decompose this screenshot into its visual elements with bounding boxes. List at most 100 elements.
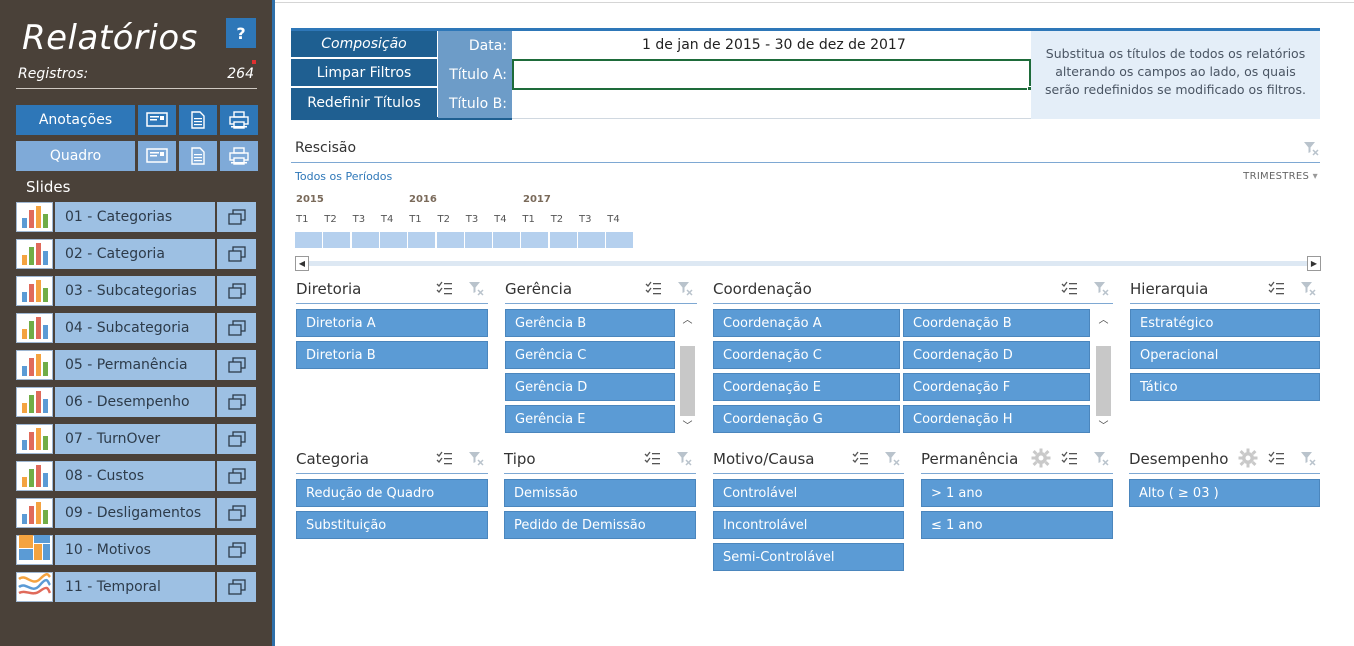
clear-filter-icon[interactable] [677,280,693,300]
clear-filter-icon[interactable] [468,450,484,470]
clear-filter-icon[interactable] [1303,140,1319,160]
timeline-period-bar[interactable] [493,232,521,248]
slide-row[interactable]: 01 - Categorias [16,202,256,232]
redefinir-titulos-button[interactable]: Redefinir Títulos [291,88,437,117]
bar-chart-icon[interactable] [16,239,53,269]
copy-icon[interactable] [217,276,256,306]
scroll-track[interactable] [309,261,1307,266]
limpar-filtros-button[interactable]: Limpar Filtros [291,59,437,86]
timeline-period-bar[interactable] [464,232,492,248]
copy-icon[interactable] [217,387,256,417]
clear-filter-icon[interactable] [676,450,692,470]
slicer-item[interactable]: Substituição [296,511,488,539]
slicer-item[interactable]: Gerência C [505,341,675,369]
slicer-item[interactable]: Coordenação E [713,373,900,401]
slicer-item[interactable]: ≤ 1 ano [921,511,1113,539]
slicer-item[interactable]: Coordenação G [713,405,900,433]
help-button[interactable]: ? [226,18,256,48]
multi-select-icon[interactable] [1268,281,1285,300]
multi-select-icon[interactable] [1061,451,1078,470]
slide-row[interactable]: 02 - Categoria [16,239,256,269]
slicer-scrollbar[interactable]: ︿ ﹀ [1095,309,1112,433]
clear-filter-icon[interactable] [1300,450,1316,470]
slide-label[interactable]: 01 - Categorias [55,202,215,232]
settings-gear-icon[interactable] [1031,448,1051,472]
slide-label[interactable]: 10 - Motivos [55,535,215,565]
slide-row[interactable]: 04 - Subcategoria [16,313,256,343]
slide-label[interactable]: 08 - Custos [55,461,215,491]
timeline-period-bar[interactable] [521,232,549,248]
bar-chart-icon[interactable] [16,202,53,232]
slide-label[interactable]: 11 - Temporal [55,572,215,602]
clear-filter-icon[interactable] [1093,280,1109,300]
copy-icon[interactable] [217,239,256,269]
copy-icon[interactable] [217,535,256,565]
bar-chart-icon[interactable] [16,498,53,528]
multi-select-icon[interactable] [852,451,869,470]
clear-filter-icon[interactable] [1300,280,1316,300]
slicer-item[interactable]: Coordenação F [903,373,1090,401]
copy-icon[interactable] [217,313,256,343]
chevron-down-icon[interactable]: ﹀ [1095,417,1112,432]
slide-row[interactable]: 03 - Subcategorias [16,276,256,306]
multi-select-icon[interactable] [436,281,453,300]
timeline-period-bar[interactable] [436,232,464,248]
copy-icon[interactable] [217,461,256,491]
slicer-item[interactable]: Tático [1130,373,1320,401]
slicer-item[interactable]: Coordenação B [903,309,1090,337]
scroll-right-icon[interactable]: ▶ [1307,256,1321,271]
slide-label[interactable]: 06 - Desempenho [55,387,215,417]
scroll-thumb[interactable] [680,346,695,416]
multi-select-icon[interactable] [436,451,453,470]
clear-filter-icon[interactable] [1093,450,1109,470]
slicer-item[interactable]: Diretoria A [296,309,488,337]
slide-label[interactable]: 09 - Desligamentos [55,498,215,528]
slide-label[interactable]: 04 - Subcategoria [55,313,215,343]
timeline-period-bar[interactable] [323,232,351,248]
composicao-button[interactable]: Composição [291,31,437,57]
chevron-up-icon[interactable]: ︿ [1095,311,1112,326]
slicer-item[interactable]: Controlável [713,479,904,507]
timeline-period-bar[interactable] [408,232,436,248]
slicer-item[interactable]: Estratégico [1130,309,1320,337]
anotacoes-print-button[interactable] [220,105,258,135]
chevron-down-icon[interactable]: ﹀ [679,417,696,432]
slicer-item[interactable]: Semi-Controlável [713,543,904,571]
anotacoes-button[interactable]: Anotações [16,105,135,135]
titulo-a-field[interactable] [512,59,1031,90]
multi-select-icon[interactable] [645,281,662,300]
anotacoes-present-button[interactable] [138,105,176,135]
multi-select-icon[interactable] [1268,451,1285,470]
anotacoes-document-button[interactable] [179,105,217,135]
quadro-print-button[interactable] [220,141,258,171]
scroll-left-icon[interactable]: ◀ [295,256,309,271]
slide-row[interactable]: 06 - Desempenho [16,387,256,417]
slicer-item[interactable]: Gerência E [505,405,675,433]
quadro-document-button[interactable] [179,141,217,171]
slide-label[interactable]: 02 - Categoria [55,239,215,269]
copy-icon[interactable] [217,572,256,602]
timeline-period-bar[interactable] [295,232,322,248]
slide-row[interactable]: 09 - Desligamentos [16,498,256,528]
data-field[interactable]: 1 de jan de 2015 - 30 de dez de 2017 [512,31,1031,60]
clear-filter-icon[interactable] [468,280,484,300]
slide-label[interactable]: 03 - Subcategorias [55,276,215,306]
slide-row[interactable]: 05 - Permanência [16,350,256,380]
slicer-item[interactable]: Demissão [504,479,696,507]
slide-row[interactable]: 11 - Temporal [16,572,256,602]
timeline-period-bar[interactable] [379,232,407,248]
copy-icon[interactable] [217,424,256,454]
slide-row[interactable]: 07 - TurnOver [16,424,256,454]
timeline-scrollbar[interactable]: ◀ ▶ [295,256,1321,271]
timeline-period-bar[interactable] [578,232,605,248]
slicer-item[interactable]: Coordenação C [713,341,900,369]
slide-label[interactable]: 05 - Permanência [55,350,215,380]
slicer-item[interactable]: Coordenação H [903,405,1090,433]
quadro-present-button[interactable] [138,141,176,171]
chevron-up-icon[interactable]: ︿ [679,311,696,326]
slicer-item[interactable]: Diretoria B [296,341,488,369]
bar-chart-icon[interactable] [16,350,53,380]
slicer-item[interactable]: Incontrolável [713,511,904,539]
copy-icon[interactable] [217,498,256,528]
settings-gear-icon[interactable] [1238,448,1258,472]
